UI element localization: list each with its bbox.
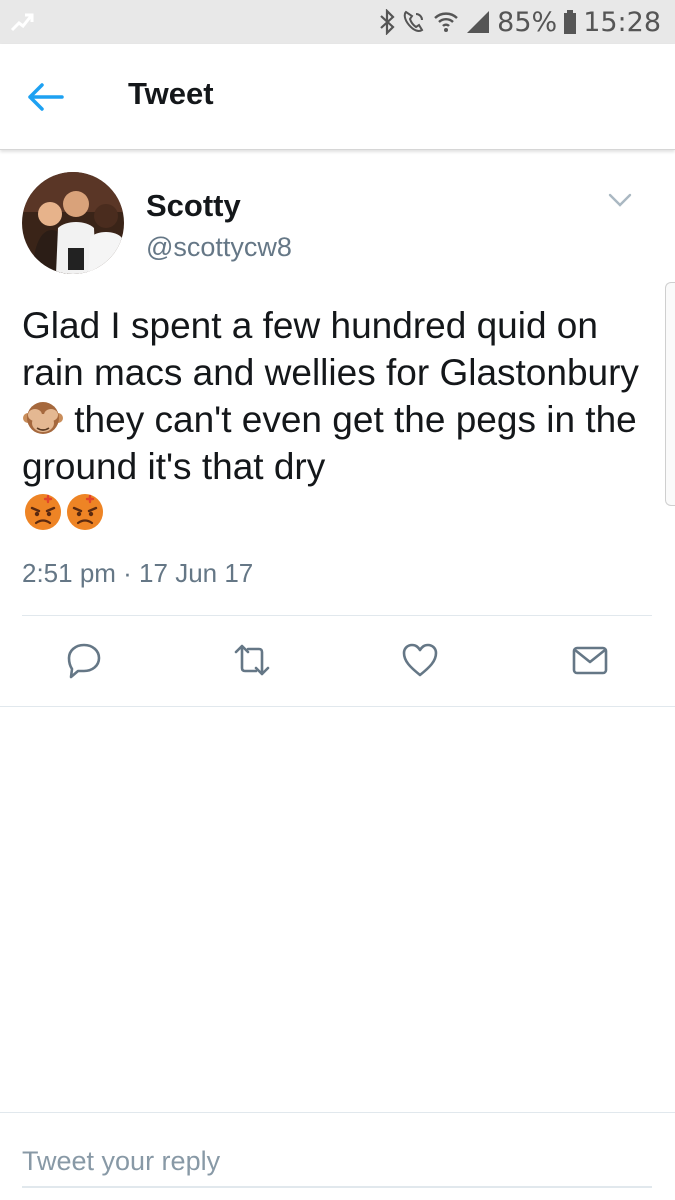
status-icons: 85% 15:28 xyxy=(379,6,661,38)
bluetooth-icon xyxy=(380,9,395,35)
tweet-text-part2: they can't even get the pegs in the grou… xyxy=(22,399,637,487)
author-handle[interactable]: @scottycw8 xyxy=(146,232,292,263)
battery-icon xyxy=(564,10,577,34)
heart-icon[interactable] xyxy=(400,640,440,680)
avatar[interactable] xyxy=(22,172,124,274)
app-header: Tweet xyxy=(0,44,675,150)
page-title: Tweet xyxy=(128,76,214,111)
angry-face-emoji xyxy=(25,494,61,530)
reply-icon[interactable] xyxy=(64,640,104,680)
signal-icon xyxy=(467,11,490,33)
reply-input[interactable] xyxy=(22,1136,652,1188)
author-name[interactable]: Scotty xyxy=(146,188,241,224)
wifi-icon xyxy=(434,12,458,32)
see-no-evil-monkey-emoji xyxy=(23,402,63,434)
tweet-timestamp[interactable]: 2:51 pm · 17 Jun 17 xyxy=(22,558,253,589)
divider xyxy=(0,706,675,707)
battery-percent: 85% xyxy=(497,6,558,38)
envelope-icon[interactable] xyxy=(570,640,610,680)
clock: 15:28 xyxy=(583,6,661,38)
arrow-left-icon[interactable] xyxy=(26,80,66,114)
divider xyxy=(22,615,652,616)
notification-icon xyxy=(10,13,34,32)
tweet-actions xyxy=(0,640,675,680)
tweet-text-part1: Glad I spent a few hundred quid on rain … xyxy=(22,305,639,393)
angry-face-emoji xyxy=(67,494,103,530)
call-icon xyxy=(403,10,424,32)
chevron-down-icon[interactable] xyxy=(606,190,634,210)
status-bar: 85% 15:28 xyxy=(0,0,675,44)
scrollbar[interactable] xyxy=(665,282,675,506)
tweet-text: Glad I spent a few hundred quid on rain … xyxy=(22,302,652,537)
divider xyxy=(0,1112,675,1113)
retweet-icon[interactable] xyxy=(232,640,272,680)
